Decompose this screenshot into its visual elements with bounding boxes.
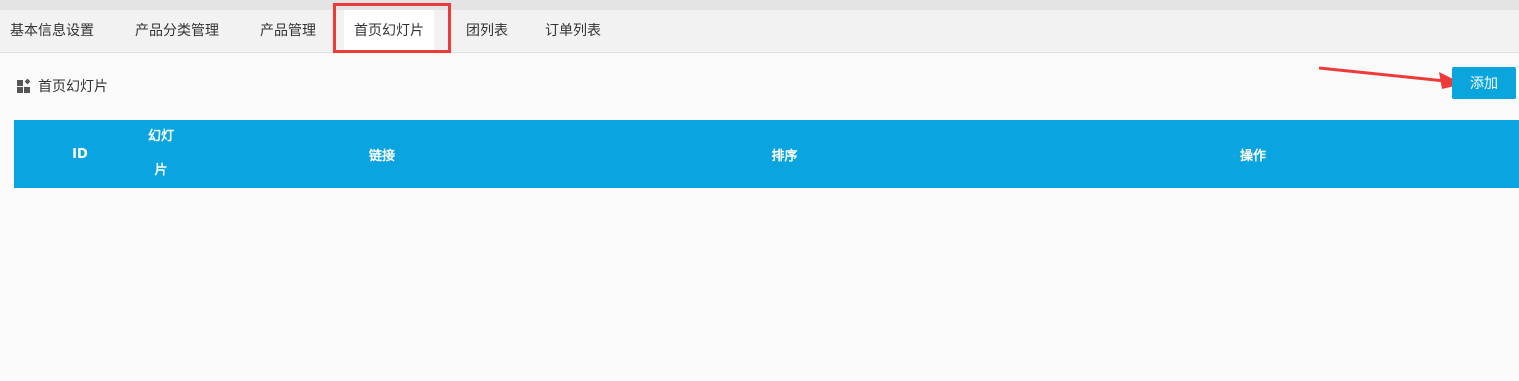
table-header-row: ID 幻灯片 链接 排序 操作 — [14, 120, 1519, 188]
tab-product-management[interactable]: 产品管理 — [250, 10, 326, 52]
tab-category-management[interactable]: 产品分类管理 — [125, 10, 229, 52]
tab-order-list[interactable]: 订单列表 — [535, 10, 611, 52]
section-title: 首页幻灯片 — [16, 76, 108, 96]
slides-table: ID 幻灯片 链接 排序 操作 — [14, 120, 1519, 188]
header-actions: 操作 — [1239, 148, 1266, 164]
tab-group-list[interactable]: 团列表 — [456, 10, 518, 52]
tab-basic-settings[interactable]: 基本信息设置 — [0, 10, 104, 52]
header-id: ID — [72, 146, 88, 162]
section-title-text: 首页幻灯片 — [38, 79, 108, 95]
tab-home-slides[interactable]: 首页幻灯片 — [344, 10, 434, 54]
header-link: 链接 — [368, 148, 395, 164]
tab-bar: 基本信息设置 产品分类管理 产品管理 首页幻灯片 团列表 订单列表 — [0, 10, 1519, 54]
top-strip — [0, 0, 1519, 10]
header-slide: 幻灯片 — [147, 129, 174, 178]
grid-icon — [16, 78, 32, 94]
header-sort: 排序 — [771, 148, 798, 164]
red-arrow-annotation — [1318, 66, 1463, 89]
add-button[interactable]: 添加 — [1452, 67, 1516, 99]
